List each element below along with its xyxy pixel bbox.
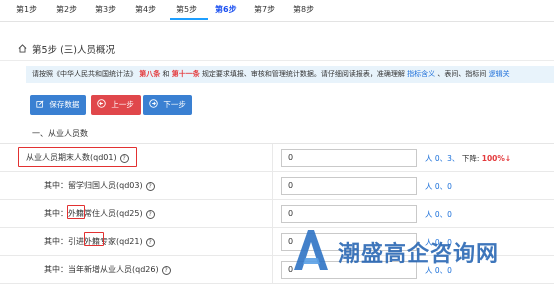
next-step-label: 下一步: [163, 100, 186, 109]
prev-step-button[interactable]: 上一步: [91, 95, 141, 115]
notice-text-2: 规定要求填报、审核和管理统计数据。请仔细阅读报表，准确理解: [201, 70, 405, 78]
tab-step-8[interactable]: 第8步: [293, 4, 314, 15]
column-divider: [272, 144, 273, 171]
notice-text-3: 、表间、指标间: [437, 70, 487, 78]
column-divider: [272, 200, 273, 227]
prev-step-label: 上一步: [111, 100, 134, 109]
table-row: 其中：留学归国人员(qd03)? 0 人 0、0: [0, 172, 554, 200]
tab-step-7[interactable]: 第7步: [254, 4, 275, 15]
tab-step-5[interactable]: 第5步: [176, 4, 197, 15]
highlight-box: [84, 232, 104, 246]
arrow-right-circle-icon: [149, 99, 160, 109]
highlight-box: [18, 147, 137, 167]
column-divider: [272, 228, 273, 255]
home-icon: [18, 44, 27, 56]
column-divider: [272, 256, 273, 283]
column-divider: [272, 172, 273, 199]
row-stat: 人 0、0: [425, 182, 452, 191]
qd25-input[interactable]: 0: [281, 205, 417, 223]
active-tab-indicator: [170, 18, 208, 20]
row-label: 其中：外籍常住人员(qd25)?: [44, 208, 155, 219]
tab-step-3[interactable]: 第3步: [95, 4, 116, 15]
row-label: 其中：留学归国人员(qd03)?: [44, 180, 155, 191]
qd01-input[interactable]: 0: [281, 149, 417, 167]
help-icon[interactable]: ?: [161, 266, 171, 275]
logic-relation-link[interactable]: 逻辑关: [489, 70, 510, 78]
row-stat: 人 0、3、 下降: 100%↓: [425, 154, 512, 163]
notice-article-8: 第八条: [139, 70, 161, 78]
watermark-text: 潮盛高企咨询网: [338, 241, 500, 267]
notice-article-11: 第十一条: [171, 70, 200, 78]
indicator-meaning-link[interactable]: 指标含义: [407, 70, 435, 78]
tab-step-6[interactable]: 第6步: [215, 4, 237, 15]
help-icon[interactable]: ?: [145, 182, 155, 191]
watermark-logo-icon: [290, 228, 332, 274]
help-icon[interactable]: ?: [145, 238, 155, 247]
edit-icon: [36, 100, 46, 109]
row-label: 其中：当年新增从业人员(qd26)?: [44, 264, 171, 275]
save-button[interactable]: 保存数据: [30, 95, 86, 115]
tab-step-2[interactable]: 第2步: [56, 4, 77, 15]
tab-step-1[interactable]: 第1步: [16, 4, 37, 15]
highlight-box: [67, 205, 85, 219]
title-divider: [0, 60, 554, 61]
row-stat: 人 0、0: [425, 210, 452, 219]
notice-text-1: 请按照《中华人民共和国统计法》: [32, 70, 137, 78]
page-title-row: 第5步 (三)人员概况: [18, 42, 115, 56]
help-icon[interactable]: ?: [145, 210, 155, 219]
tab-step-4[interactable]: 第4步: [135, 4, 156, 15]
save-button-label: 保存数据: [49, 100, 80, 109]
qd03-input[interactable]: 0: [281, 177, 417, 195]
notice-bar: 请按照《中华人民共和国统计法》 第八条 和 第十一条 规定要求填报、审核和管理统…: [26, 66, 554, 83]
step-tabs: 第1步 第2步 第3步 第4步 第5步 第6步 第7步 第8步: [0, 0, 554, 22]
page-title: 第5步 (三)人员概况: [32, 45, 116, 56]
notice-and: 和: [162, 70, 172, 78]
next-step-button[interactable]: 下一步: [143, 95, 192, 115]
section-title: 一、从业人员数: [32, 129, 88, 138]
arrow-left-circle-icon: [97, 99, 108, 109]
